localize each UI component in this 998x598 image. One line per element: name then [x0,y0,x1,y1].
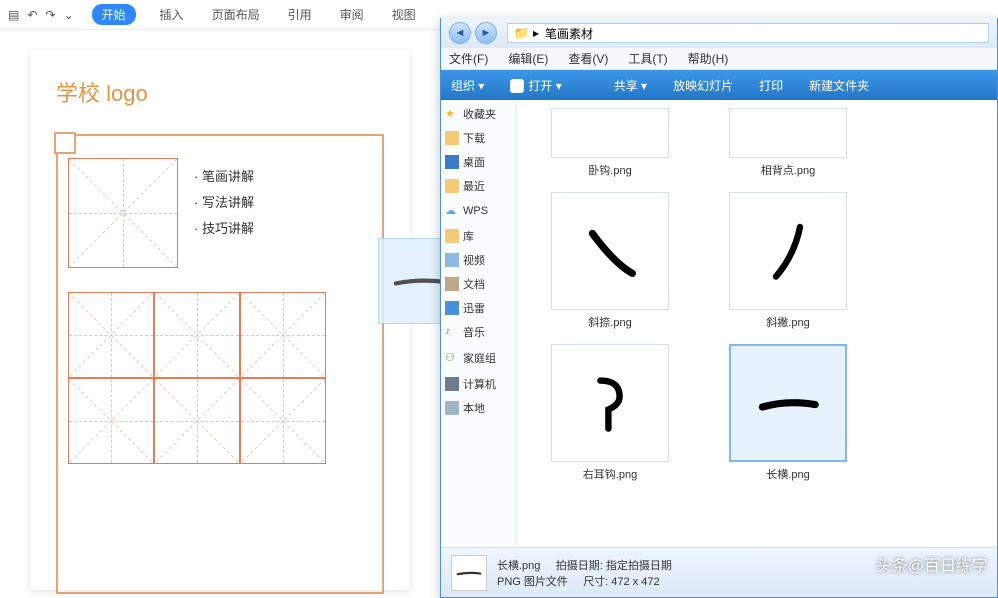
sidebar-homegroup[interactable]: ⚇家庭组 [445,350,512,366]
file-label: 斜捺.png [551,314,669,330]
file-label: 卧钩.png [551,162,669,178]
sidebar-docs[interactable]: 文档 [445,276,512,292]
cmd-share[interactable]: 共享 ▾ [614,77,647,94]
menu-edit[interactable]: 编辑(E) [508,50,548,67]
tab-layout[interactable]: 页面布局 [212,6,260,23]
mi-grid-cell[interactable] [68,292,154,378]
sidebar-video[interactable]: 视频 [445,252,512,268]
status-thumbnail-icon [451,555,487,591]
menu-help[interactable]: 帮助(H) [688,50,729,67]
redo-icon[interactable]: ↷ [45,8,55,22]
file-label: 右耳钩.png [551,466,669,482]
sidebar-recent[interactable]: 最近 [445,178,512,194]
practice-grid [68,292,326,464]
file-item[interactable]: 斜捺.png [551,192,669,330]
tab-start[interactable]: 开始 [92,4,136,25]
address-bar[interactable]: 📁 ▸ 笔画素材 [507,23,989,43]
mi-grid-cell[interactable] [68,378,154,464]
tab-view[interactable]: 视图 [392,6,416,23]
file-item[interactable]: 相背点.png [729,108,847,178]
cmd-organize[interactable]: 组织 ▾ [451,77,484,94]
doc-frame: · 笔画讲解 · 写法讲解 · 技巧讲解 [56,134,384,594]
wps-document: 学校 logo · 笔画讲解 · 写法讲解 · 技巧讲解 [30,50,410,590]
status-filetype: PNG 图片文件 [497,576,568,588]
sidebar-downloads[interactable]: 下载 [445,130,512,146]
doc-bullets: · 笔画讲解 · 写法讲解 · 技巧讲解 [194,158,254,268]
cmd-print[interactable]: 打印 [759,77,783,94]
address-text: 笔画素材 [545,25,593,42]
cmd-slideshow[interactable]: 放映幻灯片 [673,77,733,94]
sidebar-wps[interactable]: ☁WPS [445,204,512,218]
status-filename: 长横.png [497,560,540,572]
file-item[interactable]: 卧钩.png [551,108,669,178]
sidebar-library[interactable]: 库 [445,228,512,244]
tab-insert[interactable]: 插入 [160,6,184,23]
menu-view[interactable]: 查看(V) [568,50,608,67]
file-item[interactable]: 斜撇.png [729,192,847,330]
explorer-menubar: 文件(F) 编辑(E) 查看(V) 工具(T) 帮助(H) [441,48,997,70]
menu-tools[interactable]: 工具(T) [628,50,667,67]
doc-title: 学校 logo [56,76,384,108]
watermark-text: 头条@百日练字 [876,552,988,576]
cmd-newfolder[interactable]: 新建文件夹 [809,77,869,94]
more-icon[interactable]: ⌄ [63,8,73,22]
sidebar-desktop[interactable]: 桌面 [445,154,512,170]
explorer-titlebar[interactable]: ◄ ► 📁 ▸ 笔画素材 [441,18,997,48]
mi-grid-cell[interactable] [68,158,178,268]
file-label: 长横.png [729,466,847,482]
file-label: 相背点.png [729,162,847,178]
sidebar-computer[interactable]: 计算机 [445,376,512,392]
mi-grid-cell[interactable] [240,378,326,464]
wps-icon [510,79,524,93]
undo-icon[interactable]: ↶ [27,8,37,22]
corner-ornament-icon [54,132,76,154]
bullet-item: · 写法讲解 [194,190,254,216]
bullet-item: · 技巧讲解 [194,216,254,242]
tab-review[interactable]: 审阅 [340,6,364,23]
status-meta: 拍摄日期: 指定拍摄日期 [556,560,672,572]
mi-grid-cell[interactable] [240,292,326,378]
explorer-command-bar: 组织 ▾ 打开 ▾ 共享 ▾ 放映幻灯片 打印 新建文件夹 [441,70,997,100]
sidebar-localdisk[interactable]: 本地 [445,400,512,416]
sidebar-xunlei[interactable]: 迅雷 [445,300,512,316]
folder-icon: 📁 [514,26,529,40]
file-item[interactable]: 右耳钩.png [551,344,669,482]
tab-ref[interactable]: 引用 [288,6,312,23]
explorer-window: ◄ ► 📁 ▸ 笔画素材 文件(F) 编辑(E) 查看(V) 工具(T) 帮助(… [440,18,998,598]
nav-forward-button[interactable]: ► [475,22,497,44]
cmd-open[interactable]: 打开 ▾ [510,77,587,94]
file-item-selected[interactable]: 长横.png [729,344,847,482]
status-dimensions: 尺寸: 472 x 472 [583,576,659,588]
explorer-sidebar: ★收藏夹 下载 桌面 最近 ☁WPS 库 视频 文档 迅雷 ♪音乐 ⚇家庭组 计… [441,100,517,571]
mi-grid-cell[interactable] [154,292,240,378]
file-label: 斜撇.png [729,314,847,330]
save-icon[interactable]: ▤ [8,8,19,22]
sidebar-music[interactable]: ♪音乐 [445,324,512,340]
bullet-item: · 笔画讲解 [194,164,254,190]
mi-grid-cell[interactable] [154,378,240,464]
nav-back-button[interactable]: ◄ [449,22,471,44]
explorer-file-grid: 卧钩.png 相背点.png 斜捺.png 斜撇.png [517,100,997,571]
menu-file[interactable]: 文件(F) [449,50,488,67]
sidebar-favorites[interactable]: ★收藏夹 [445,106,512,122]
